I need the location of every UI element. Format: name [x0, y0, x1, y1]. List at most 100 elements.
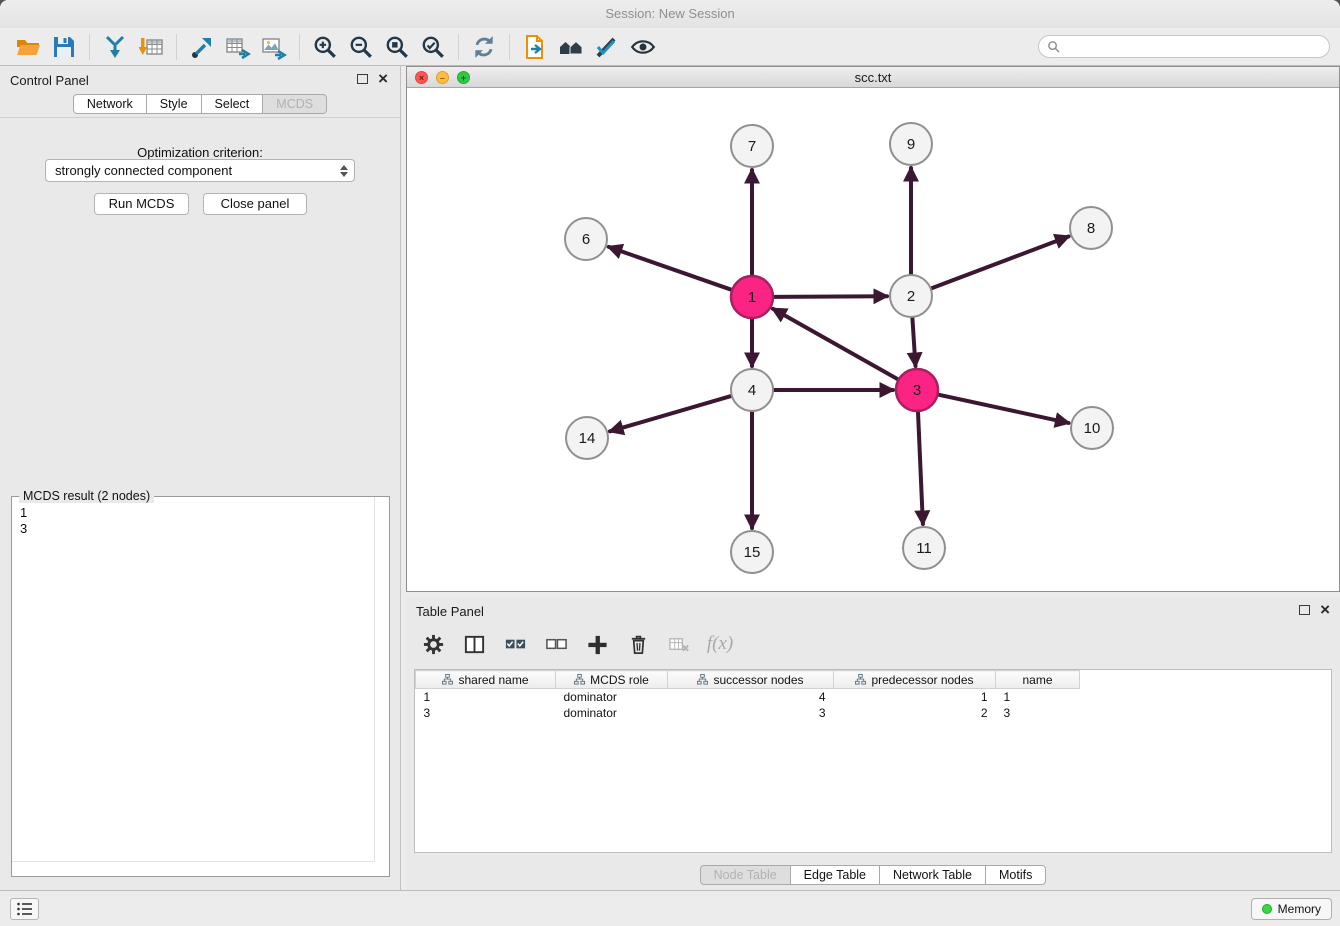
network-window-titlebar: × – + scc.txt — [407, 67, 1339, 88]
table-settings-gear-icon[interactable] — [420, 631, 446, 657]
cell-shared-name[interactable]: 1 — [416, 689, 556, 705]
graph-edge-4-14[interactable] — [610, 396, 731, 431]
tab-select[interactable]: Select — [202, 94, 264, 114]
table-panel-header: Table Panel × — [406, 597, 1340, 625]
graph-node-6[interactable]: 6 — [565, 218, 607, 260]
zoom-window-button[interactable]: + — [457, 71, 470, 84]
graph-node-10[interactable]: 10 — [1071, 407, 1113, 449]
toolbar-separator — [509, 34, 510, 60]
tab-network[interactable]: Network — [73, 94, 147, 114]
graph-node-4[interactable]: 4 — [731, 369, 773, 411]
svg-text:10: 10 — [1084, 420, 1101, 437]
control-panel-tabs: Network Style Select MCDS — [0, 94, 400, 114]
graph-node-14[interactable]: 14 — [566, 417, 608, 459]
delete-column-trash-icon[interactable] — [625, 631, 651, 657]
deselect-all-rows-icon[interactable] — [543, 631, 569, 657]
run-mcds-button[interactable]: Run MCDS — [94, 193, 189, 215]
tab-edge-table[interactable]: Edge Table — [791, 865, 880, 885]
svg-text:1: 1 — [748, 289, 756, 306]
graph-edge-2-3[interactable] — [912, 318, 915, 366]
graph-edge-1-6[interactable] — [609, 247, 732, 290]
import-network-icon[interactable] — [97, 31, 133, 63]
column-header-predecessor-nodes[interactable]: predecessor nodes — [834, 671, 996, 689]
graph-node-3[interactable]: 3 — [896, 369, 938, 411]
cell-name[interactable]: 3 — [996, 705, 1080, 721]
criterion-dropdown[interactable]: strongly connected component — [45, 159, 355, 182]
graph-node-7[interactable]: 7 — [731, 125, 773, 167]
refresh-view-icon[interactable] — [466, 31, 502, 63]
close-panel-button[interactable]: Close panel — [203, 193, 307, 215]
control-panel: Control Panel × Network Style Select MCD… — [0, 66, 401, 890]
cell-predecessor-nodes[interactable]: 1 — [834, 689, 996, 705]
table-row[interactable]: 3 dominator 3 2 3 — [416, 705, 1080, 721]
column-header-mcds-role[interactable]: MCDS role — [556, 671, 668, 689]
network-graph[interactable]: 1 2 3 4 6 7 8 9 10 11 14 15 — [407, 88, 1339, 591]
export-network-icon[interactable] — [184, 31, 220, 63]
graph-node-1[interactable]: 1 — [731, 276, 773, 318]
add-column-icon[interactable] — [584, 631, 610, 657]
graph-edge-3-11[interactable] — [918, 412, 923, 524]
close-window-button[interactable]: × — [415, 71, 428, 84]
cell-mcds-role[interactable]: dominator — [556, 705, 668, 721]
show-columns-icon[interactable] — [461, 631, 487, 657]
zoom-in-icon[interactable] — [307, 31, 343, 63]
table-row[interactable]: 1 dominator 4 1 1 — [416, 689, 1080, 705]
import-table-icon[interactable] — [133, 31, 169, 63]
table-panel-tabs: Node Table Edge Table Network Table Moti… — [406, 865, 1340, 885]
cell-predecessor-nodes[interactable]: 2 — [834, 705, 996, 721]
network-window-title: scc.txt — [855, 70, 892, 85]
float-panel-icon[interactable] — [357, 74, 368, 84]
cell-name[interactable]: 1 — [996, 689, 1080, 705]
export-image-icon[interactable] — [256, 31, 292, 63]
graph-edge-1-2[interactable] — [774, 296, 887, 297]
graph-edge-2-8[interactable] — [932, 237, 1069, 289]
close-table-panel-icon[interactable]: × — [1320, 600, 1330, 620]
toolbar-separator — [299, 34, 300, 60]
zoom-out-icon[interactable] — [343, 31, 379, 63]
column-header-shared-name[interactable]: shared name — [416, 671, 556, 689]
tab-network-table[interactable]: Network Table — [880, 865, 986, 885]
home-layout-icon[interactable] — [553, 31, 589, 63]
graph-edge-3-1[interactable] — [773, 309, 898, 379]
zoom-fit-icon[interactable] — [379, 31, 415, 63]
close-panel-icon[interactable]: × — [378, 69, 388, 89]
tab-motifs[interactable]: Motifs — [986, 865, 1046, 885]
search-field — [1038, 35, 1330, 58]
result-horizontal-scrollbar[interactable] — [12, 861, 375, 862]
graph-node-9[interactable]: 9 — [890, 123, 932, 165]
zoom-selected-icon[interactable] — [415, 31, 451, 63]
search-input[interactable] — [1065, 40, 1321, 54]
cell-successor-nodes[interactable]: 4 — [668, 689, 834, 705]
apply-style-icon[interactable] — [589, 31, 625, 63]
window-titlebar: Session: New Session — [0, 0, 1340, 28]
toolbar-separator — [176, 34, 177, 60]
cell-shared-name[interactable]: 3 — [416, 705, 556, 721]
window-controls: × – + — [415, 71, 470, 84]
float-table-panel-icon[interactable] — [1299, 605, 1310, 615]
graph-node-15[interactable]: 15 — [731, 531, 773, 573]
cell-successor-nodes[interactable]: 3 — [668, 705, 834, 721]
graph-node-2[interactable]: 2 — [890, 275, 932, 317]
tab-node-table[interactable]: Node Table — [700, 865, 791, 885]
show-hide-details-icon[interactable] — [625, 31, 661, 63]
memory-button[interactable]: Memory — [1251, 898, 1332, 920]
toolbar-separator — [458, 34, 459, 60]
tab-style[interactable]: Style — [147, 94, 202, 114]
graph-node-8[interactable]: 8 — [1070, 207, 1112, 249]
column-header-successor-nodes[interactable]: successor nodes — [668, 671, 834, 689]
table-header-row: shared name MCDS role successor nodes pr… — [416, 671, 1080, 689]
node-table-container: shared name MCDS role successor nodes pr… — [414, 669, 1332, 853]
export-table-icon[interactable] — [220, 31, 256, 63]
result-vertical-scrollbar[interactable] — [374, 497, 375, 862]
tab-mcds[interactable]: MCDS — [263, 94, 327, 114]
cell-mcds-role[interactable]: dominator — [556, 689, 668, 705]
open-session-icon[interactable] — [10, 31, 46, 63]
task-history-button[interactable] — [10, 898, 39, 920]
save-session-icon[interactable] — [46, 31, 82, 63]
new-network-from-selection-icon[interactable] — [517, 31, 553, 63]
column-header-name[interactable]: name — [996, 671, 1080, 689]
select-all-rows-icon[interactable] — [502, 631, 528, 657]
minimize-window-button[interactable]: – — [436, 71, 449, 84]
graph-edge-3-10[interactable] — [939, 395, 1069, 423]
graph-node-11[interactable]: 11 — [903, 527, 945, 569]
